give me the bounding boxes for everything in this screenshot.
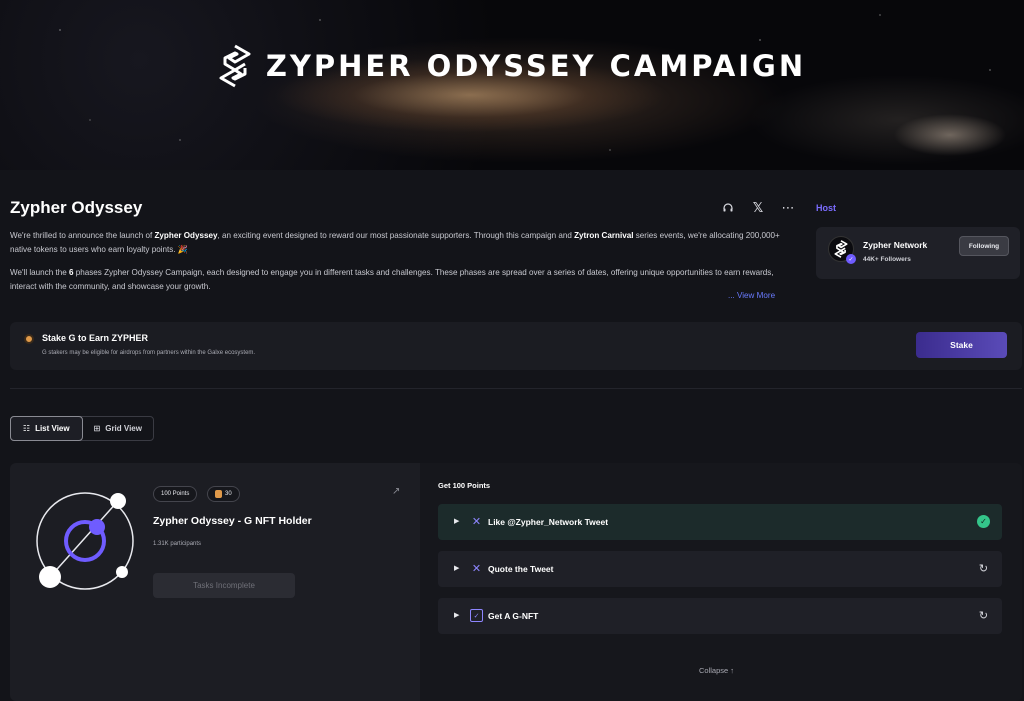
section-divider [10,388,1022,389]
stake-button[interactable]: Stake [916,332,1007,358]
campaign-banner: ZYPHER ODYSSEY CAMPAIGN [0,0,1024,170]
more-icon[interactable]: ⋯ [780,200,796,216]
host-card[interactable]: ✓ Zypher Network 44K+ Followers Followin… [816,227,1020,279]
description-paragraph-2: We'll launch the 6 phases Zypher Odyssey… [10,268,774,291]
external-link-icon[interactable]: ↗ [392,486,400,497]
collapse-button[interactable]: Collapse ↑ [699,666,734,675]
participants-count: 1.31K participants [153,541,202,547]
refresh-icon[interactable]: ↻ [977,562,990,575]
caret-right-icon[interactable]: ▶ [454,564,459,572]
x-icon[interactable]: 𝕏 [750,200,766,216]
list-view-button[interactable]: ☷ List View [10,416,83,441]
refresh-icon[interactable]: ↻ [977,609,990,622]
galxe-token-icon [24,334,34,344]
task-label: Get A G-NFT [488,611,539,621]
arrow-up-icon: ↑ [730,666,735,675]
verified-badge-icon: ✓ [846,254,856,264]
list-icon: ☷ [22,424,31,433]
stake-subtitle: G stakers may be eligible for airdrops f… [42,350,256,356]
stake-title: Stake G to Earn ZYPHER [42,333,149,343]
campaign-title: Zypher Odyssey [10,198,143,217]
host-name[interactable]: Zypher Network [863,240,927,250]
check-icon: ✓ [977,515,990,528]
campaign-description: We're thrilled to announce the launch of… [10,229,780,293]
stake-banner: Stake G to Earn ZYPHER G stakers may be … [10,322,1022,370]
caret-right-icon[interactable]: ▶ [454,517,459,525]
task-row[interactable]: ▶ ✕ Quote the Tweet ↻ [438,551,1002,587]
x-icon: ✕ [471,516,482,528]
following-button[interactable]: Following [959,236,1009,256]
banner-title: ZYPHER ODYSSEY CAMPAIGN [0,44,1024,88]
banner-heading: ZYPHER ODYSSEY CAMPAIGN [265,49,807,83]
title-actions: 𝕏 ⋯ [720,200,796,216]
quest-orbit-icon [36,492,134,590]
grid-icon: ⊞ [93,424,101,433]
quest-name: Zypher Odyssey - G NFT Holder [153,515,312,527]
view-toggle: ☷ List View ⊞ Grid View [10,416,154,441]
headset-icon[interactable] [720,200,736,216]
points-badge: 100 Points [153,486,198,502]
quest-card: 100 Points 30 ↗ Zypher Odyssey - G NFT H… [10,463,420,701]
description-paragraph-1: We're thrilled to announce the launch of… [10,231,780,254]
reward-count-badge: 30 [207,486,240,502]
tasks-header: Get 100 Points [438,481,491,490]
tasks-incomplete-button[interactable]: Tasks Incomplete [153,573,295,598]
host-followers: 44K+ Followers [863,256,911,263]
task-list-panel: Get 100 Points ▶ ✕ Like @Zypher_Network … [420,463,1022,701]
host-avatar[interactable]: ✓ [828,236,856,264]
caret-right-icon[interactable]: ▶ [454,611,459,619]
task-label: Like @Zypher_Network Tweet [488,517,609,527]
host-label: Host [816,203,836,213]
task-label: Quote the Tweet [488,564,554,574]
view-more-link[interactable]: ... View More [728,291,775,300]
zypher-logo-icon [219,44,251,88]
task-row[interactable]: ▶ ✓ Get A G-NFT ↻ [438,598,1002,634]
grid-view-button[interactable]: ⊞ Grid View [83,417,154,440]
x-icon: ✕ [471,563,482,575]
nft-icon: ✓ [470,609,483,622]
reward-token-icon [215,490,222,498]
task-row[interactable]: ▶ ✕ Like @Zypher_Network Tweet ✓ [438,504,1002,540]
campaign-main: Zypher Odyssey 𝕏 ⋯ We're thrilled to ann… [0,170,1024,701]
